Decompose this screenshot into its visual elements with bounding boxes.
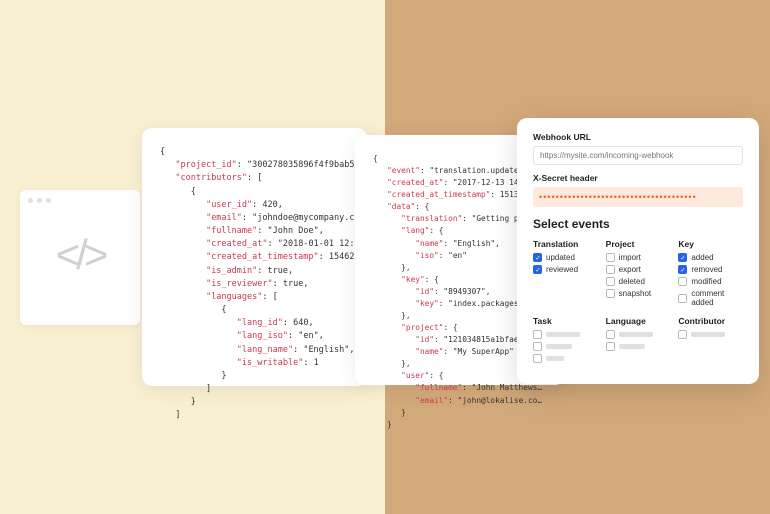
placeholder-checkbox[interactable] <box>533 354 598 363</box>
group-translation: Translation updated reviewed <box>533 239 598 310</box>
val-key-id: 8949307 <box>448 287 481 296</box>
placeholder-checkbox[interactable] <box>678 330 743 339</box>
placeholder-label <box>546 356 564 361</box>
right-pane: { "event": "translation.updated "created… <box>385 0 770 514</box>
checkbox-key-added[interactable]: added <box>678 253 743 262</box>
checkbox-icon <box>533 265 542 274</box>
label-secret-header: X-Secret header <box>533 173 743 183</box>
checkbox-icon <box>606 342 615 351</box>
placeholder-label <box>546 344 572 349</box>
group-contributor: Contributor <box>678 316 743 366</box>
group-head-project: Project <box>606 239 671 249</box>
val-project-id: 300278035896f4f9bab5a9 <box>252 160 365 170</box>
checkbox-icon <box>678 330 687 339</box>
val-is-admin: true <box>268 266 288 276</box>
placeholder-checkbox[interactable] <box>606 330 671 339</box>
webhook-config-modal: Webhook URL X-Secret header ••••••••••••… <box>517 118 759 384</box>
heading-select-events: Select events <box>533 217 743 231</box>
checkbox-icon <box>606 330 615 339</box>
checkbox-icon <box>533 342 542 351</box>
val-lang-name: English <box>308 345 344 355</box>
checkbox-icon <box>678 277 687 286</box>
checkbox-icon <box>533 330 542 339</box>
events-row-2: Task Language Contributor <box>533 316 743 366</box>
group-head-contributor: Contributor <box>678 316 743 326</box>
group-language: Language <box>606 316 671 366</box>
val-lang-id: 640 <box>293 318 308 328</box>
code-brackets-icon: </> <box>20 211 140 279</box>
group-head-language: Language <box>606 316 671 326</box>
placeholder-checkbox[interactable] <box>533 342 598 351</box>
json-response-card: { "project_id": "300278035896f4f9bab5a9"… <box>142 128 367 386</box>
placeholder-checkbox[interactable] <box>533 330 598 339</box>
checkbox-icon <box>678 253 687 262</box>
placeholder-label <box>691 332 725 337</box>
checkbox-key-modified[interactable]: modified <box>678 277 743 286</box>
dot-icon <box>28 198 33 203</box>
webhook-url-input[interactable] <box>533 146 743 165</box>
placeholder-label <box>619 332 653 337</box>
val-event: translation.updated <box>434 166 523 175</box>
val-user-id: 420 <box>262 200 277 210</box>
placeholder-label <box>619 344 645 349</box>
group-head-key: Key <box>678 239 743 249</box>
checkbox-icon <box>606 277 615 286</box>
val-is-reviewer: true <box>283 279 303 289</box>
checkbox-icon <box>533 253 542 262</box>
placeholder-checkbox[interactable] <box>606 342 671 351</box>
val-email: johndoe@mycompany.com <box>257 213 364 223</box>
val-user-fullname: John Matthews… <box>476 383 542 392</box>
checkbox-icon <box>606 289 615 298</box>
group-head-translation: Translation <box>533 239 598 249</box>
checkbox-icon <box>533 354 542 363</box>
val-user-email: john@lokalise.co… <box>462 396 542 405</box>
group-key: Key added removed modified comment added <box>678 239 743 310</box>
val-key-name: index.packages… <box>453 299 523 308</box>
val-lang-iso: en <box>303 331 313 341</box>
val-fullname: John Doe <box>273 226 314 236</box>
events-row-1: Translation updated reviewed Project imp… <box>533 239 743 310</box>
val-lang-iso: en <box>453 251 462 260</box>
checkbox-project-deleted[interactable]: deleted <box>606 277 671 286</box>
dot-icon <box>37 198 42 203</box>
checkbox-project-snapshot[interactable]: snapshot <box>606 289 671 298</box>
checkbox-project-export[interactable]: export <box>606 265 671 274</box>
checkbox-icon <box>678 294 687 303</box>
checkbox-translation-updated[interactable]: updated <box>533 253 598 262</box>
group-project: Project import export deleted snapshot <box>606 239 671 310</box>
val-is-writable: 1 <box>314 358 319 368</box>
group-head-task: Task <box>533 316 598 326</box>
placeholder-label <box>546 332 580 337</box>
left-pane: </> { "project_id": "300278035896f4f9bab… <box>0 0 385 514</box>
secret-value: •••••••••••••••••••••••••••••••••••••• <box>533 187 743 207</box>
checkbox-icon <box>606 265 615 274</box>
window-controls <box>20 190 140 211</box>
checkbox-translation-reviewed[interactable]: reviewed <box>533 265 598 274</box>
label-webhook-url: Webhook URL <box>533 132 743 142</box>
dot-icon <box>46 198 51 203</box>
group-task: Task <box>533 316 598 366</box>
checkbox-key-comment-added[interactable]: comment added <box>678 289 743 307</box>
checkbox-project-import[interactable]: import <box>606 253 671 262</box>
checkbox-icon <box>678 265 687 274</box>
checkbox-icon <box>606 253 615 262</box>
checkbox-key-removed[interactable]: removed <box>678 265 743 274</box>
browser-window-stub: </> <box>20 190 140 325</box>
val-lang-name: English <box>458 239 491 248</box>
val-proj-name: My SuperApp <box>458 347 510 356</box>
key-contributors: "contributors" <box>175 173 247 183</box>
